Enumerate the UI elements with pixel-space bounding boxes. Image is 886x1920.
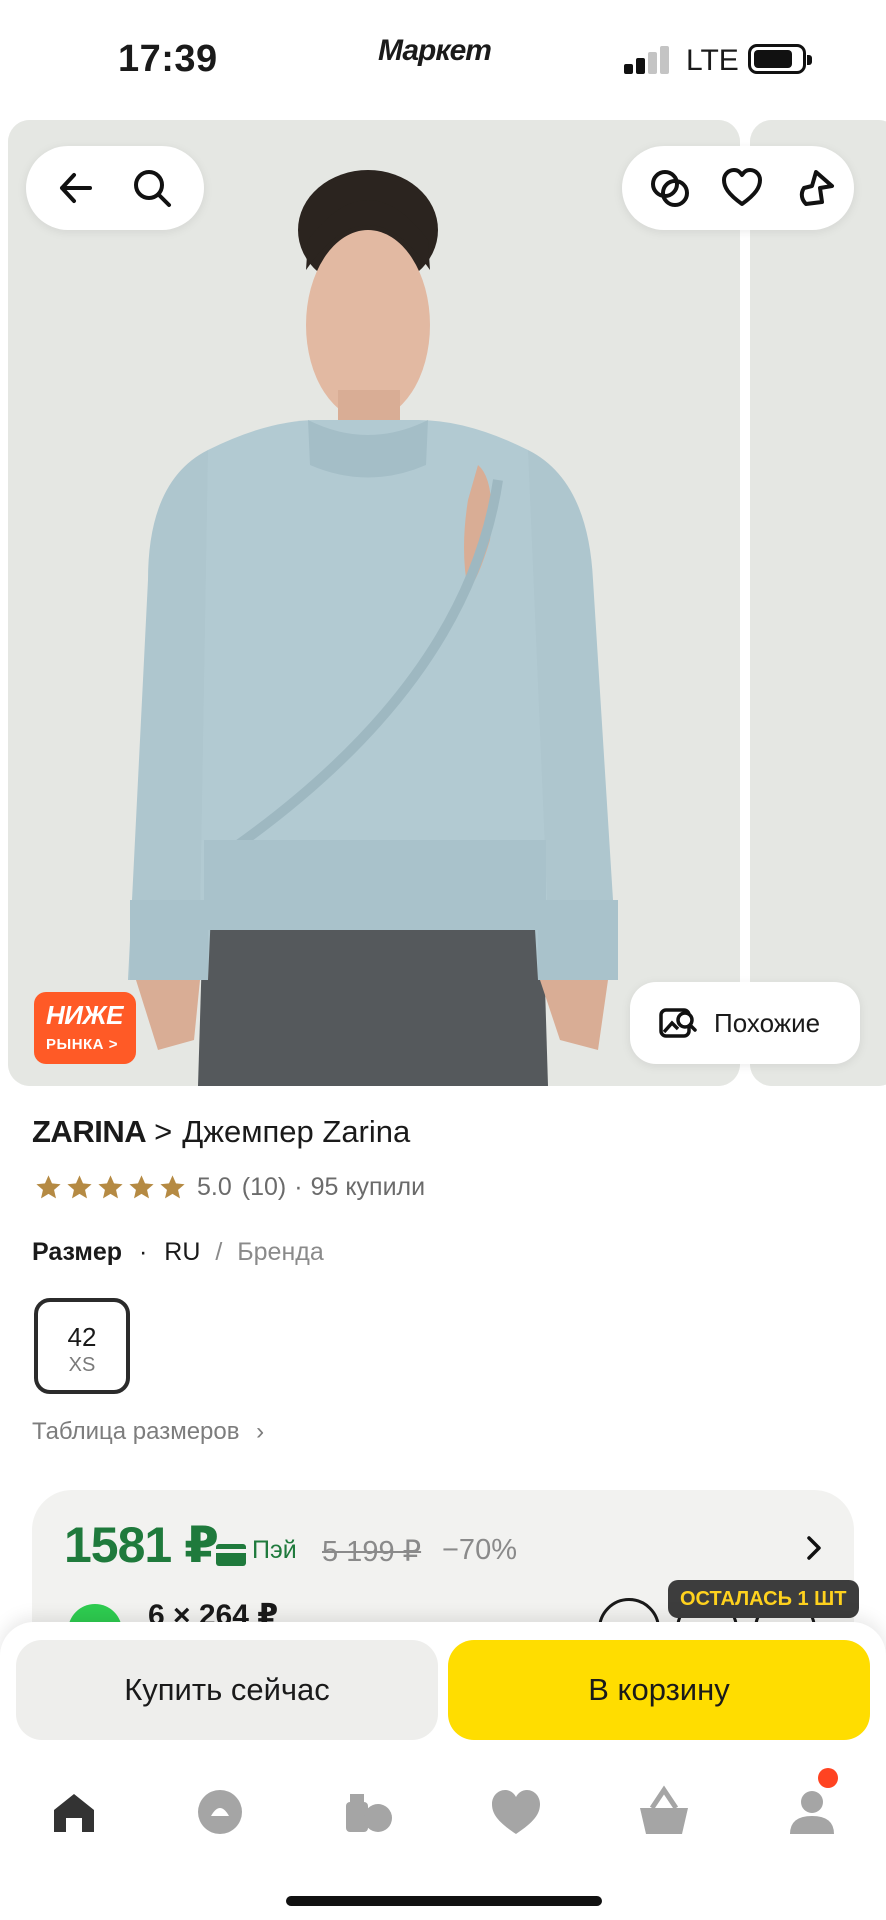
add-to-cart-button[interactable]: В корзину — [448, 1640, 870, 1740]
search-icon[interactable] — [130, 166, 174, 210]
home-icon[interactable] — [34, 1772, 114, 1852]
rating-stars — [34, 1173, 187, 1202]
battery-icon — [748, 44, 812, 74]
app-brand-logo: Маркет — [378, 34, 492, 67]
favorites-icon[interactable] — [476, 1772, 556, 1852]
size-system-brand[interactable]: Бренда — [237, 1238, 324, 1266]
heart-icon[interactable] — [720, 166, 764, 210]
image-search-icon — [658, 1004, 698, 1044]
chevron-right-icon: › — [256, 1418, 265, 1445]
old-price: 5 199 ₽ — [322, 1536, 422, 1568]
size-table-label: Таблица размеров — [32, 1418, 240, 1445]
size-option-value: 42 — [67, 1322, 97, 1352]
stock-left-badge: ОСТАЛАСЬ 1 ШТ — [668, 1580, 859, 1618]
similar-button-label: Похожие — [714, 1008, 821, 1038]
tab-bar — [0, 1772, 886, 1872]
size-system-divider: / — [215, 1238, 223, 1266]
star-icon — [67, 1174, 92, 1198]
size-table-link[interactable]: Таблица размеров › — [32, 1418, 264, 1446]
below-market-badge[interactable]: НИЖЕ РЫНКА > — [34, 992, 136, 1064]
card-icon — [216, 1544, 246, 1566]
separator-dot: · — [138, 1238, 148, 1266]
size-option-selected[interactable]: 42 XS — [34, 1298, 130, 1394]
star-icon — [36, 1174, 61, 1198]
signal-icon — [624, 46, 672, 74]
status-time: 17:39 — [118, 38, 218, 80]
buy-now-button[interactable]: Купить сейчас — [16, 1640, 438, 1740]
current-price: 1581 ₽ — [64, 1517, 219, 1573]
size-system-ru[interactable]: RU — [164, 1238, 200, 1266]
home-indicator — [286, 1896, 602, 1906]
size-label: Размер — [32, 1238, 123, 1266]
share-icon[interactable] — [792, 166, 836, 210]
size-option-sub: XS — [68, 1354, 96, 1376]
breadcrumb-chevron-icon: > — [154, 1114, 173, 1149]
chevron-right-icon: > — [108, 1036, 118, 1053]
rating-row[interactable]: 5.0 (10) · 95 купили — [34, 1170, 425, 1204]
alice-icon[interactable] — [180, 1772, 260, 1852]
review-count: (10) — [241, 1172, 287, 1201]
product-title: ZARINA > Джемпер Zarina — [32, 1114, 410, 1150]
product-photo[interactable] — [8, 120, 740, 1086]
promo-badge-title: НИЖЕ — [46, 1000, 123, 1030]
star-icon — [98, 1174, 123, 1198]
similar-button[interactable]: Похожие — [630, 982, 860, 1064]
purchase-count: 95 купили — [310, 1172, 426, 1201]
network-type: LTE — [686, 44, 739, 77]
size-selector-header: Размер · RU / Бренда — [32, 1238, 324, 1267]
separator-dot: · — [294, 1172, 303, 1201]
brand-link[interactable]: ZARINA — [32, 1114, 147, 1149]
promo-badge-subtitle: РЫНКА > — [46, 1036, 118, 1053]
discount-percent: −70% — [442, 1534, 517, 1566]
arrow-left-icon[interactable] — [54, 166, 98, 210]
chevron-right-icon[interactable] — [798, 1532, 830, 1564]
star-icon — [129, 1174, 154, 1198]
star-icon — [160, 1174, 185, 1198]
product-name: Джемпер Zarina — [182, 1114, 411, 1149]
bottom-action-bar: Купить сейчас В корзину — [0, 1622, 886, 1920]
profile-icon[interactable] — [772, 1772, 852, 1852]
actions-pill — [622, 146, 854, 230]
compare-icon[interactable] — [648, 166, 692, 210]
payment-label: Пэй — [252, 1536, 297, 1564]
nav-pill — [26, 146, 204, 230]
status-bar: 17:39 Маркет LTE — [0, 0, 886, 120]
next-product-photo[interactable] — [750, 120, 886, 1086]
cart-icon[interactable] — [624, 1772, 704, 1852]
catalog-icon[interactable] — [328, 1772, 408, 1852]
rating-value: 5.0 — [197, 1172, 232, 1201]
product-gallery[interactable]: НИЖЕ РЫНКА > Похожие — [8, 120, 886, 1086]
notification-badge — [818, 1768, 838, 1788]
